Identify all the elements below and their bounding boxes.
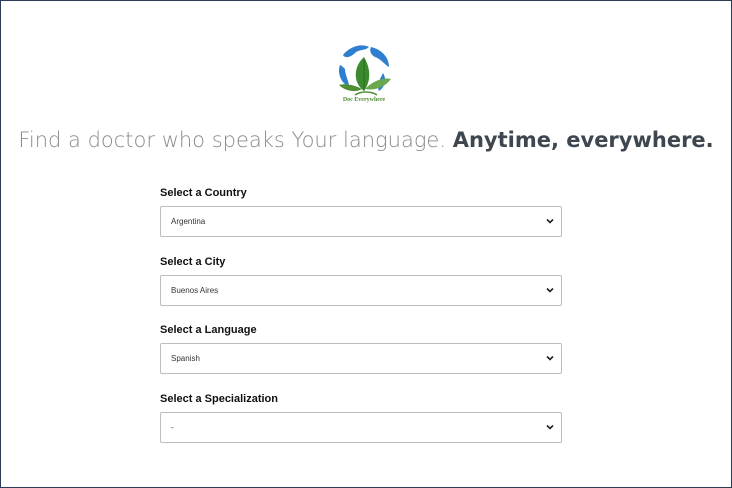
city-label: Select a City [160,256,226,268]
chevron-down-icon [546,287,554,293]
specialization-select[interactable]: - [160,412,562,443]
headline-light: Find a doctor who speaks Your language. [18,128,447,152]
language-field: Select a Language Spanish [160,323,562,374]
country-label: Select a Country [160,187,247,199]
headline-bold: Anytime, everywhere. [452,128,714,152]
doc-everywhere-logo[interactable]: Doc Everywhere [331,41,397,111]
logo-text: Doc Everywhere [342,97,386,103]
city-field: Select a City Buenos Aires [160,255,562,306]
country-select[interactable]: Argentina [160,206,562,237]
specialization-select-value: - [171,423,174,432]
country-select-value: Argentina [171,217,206,226]
language-label: Select a Language [160,324,257,336]
language-select-value: Spanish [171,354,200,363]
language-select[interactable]: Spanish [160,343,562,374]
country-field: Select a Country Argentina [160,186,562,237]
globe-leaves-icon [339,45,391,96]
chevron-down-icon [546,355,554,361]
page-headline: Find a doctor who speaks Your language. … [1,125,731,155]
specialization-label: Select a Specialization [160,393,278,405]
city-select[interactable]: Buenos Aires [160,275,562,306]
chevron-down-icon [546,218,554,224]
city-select-value: Buenos Aires [171,286,219,295]
chevron-down-icon [546,424,554,430]
page: Doc Everywhere Find a doctor who speaks … [0,0,732,488]
specialization-field: Select a Specialization - [160,392,562,443]
